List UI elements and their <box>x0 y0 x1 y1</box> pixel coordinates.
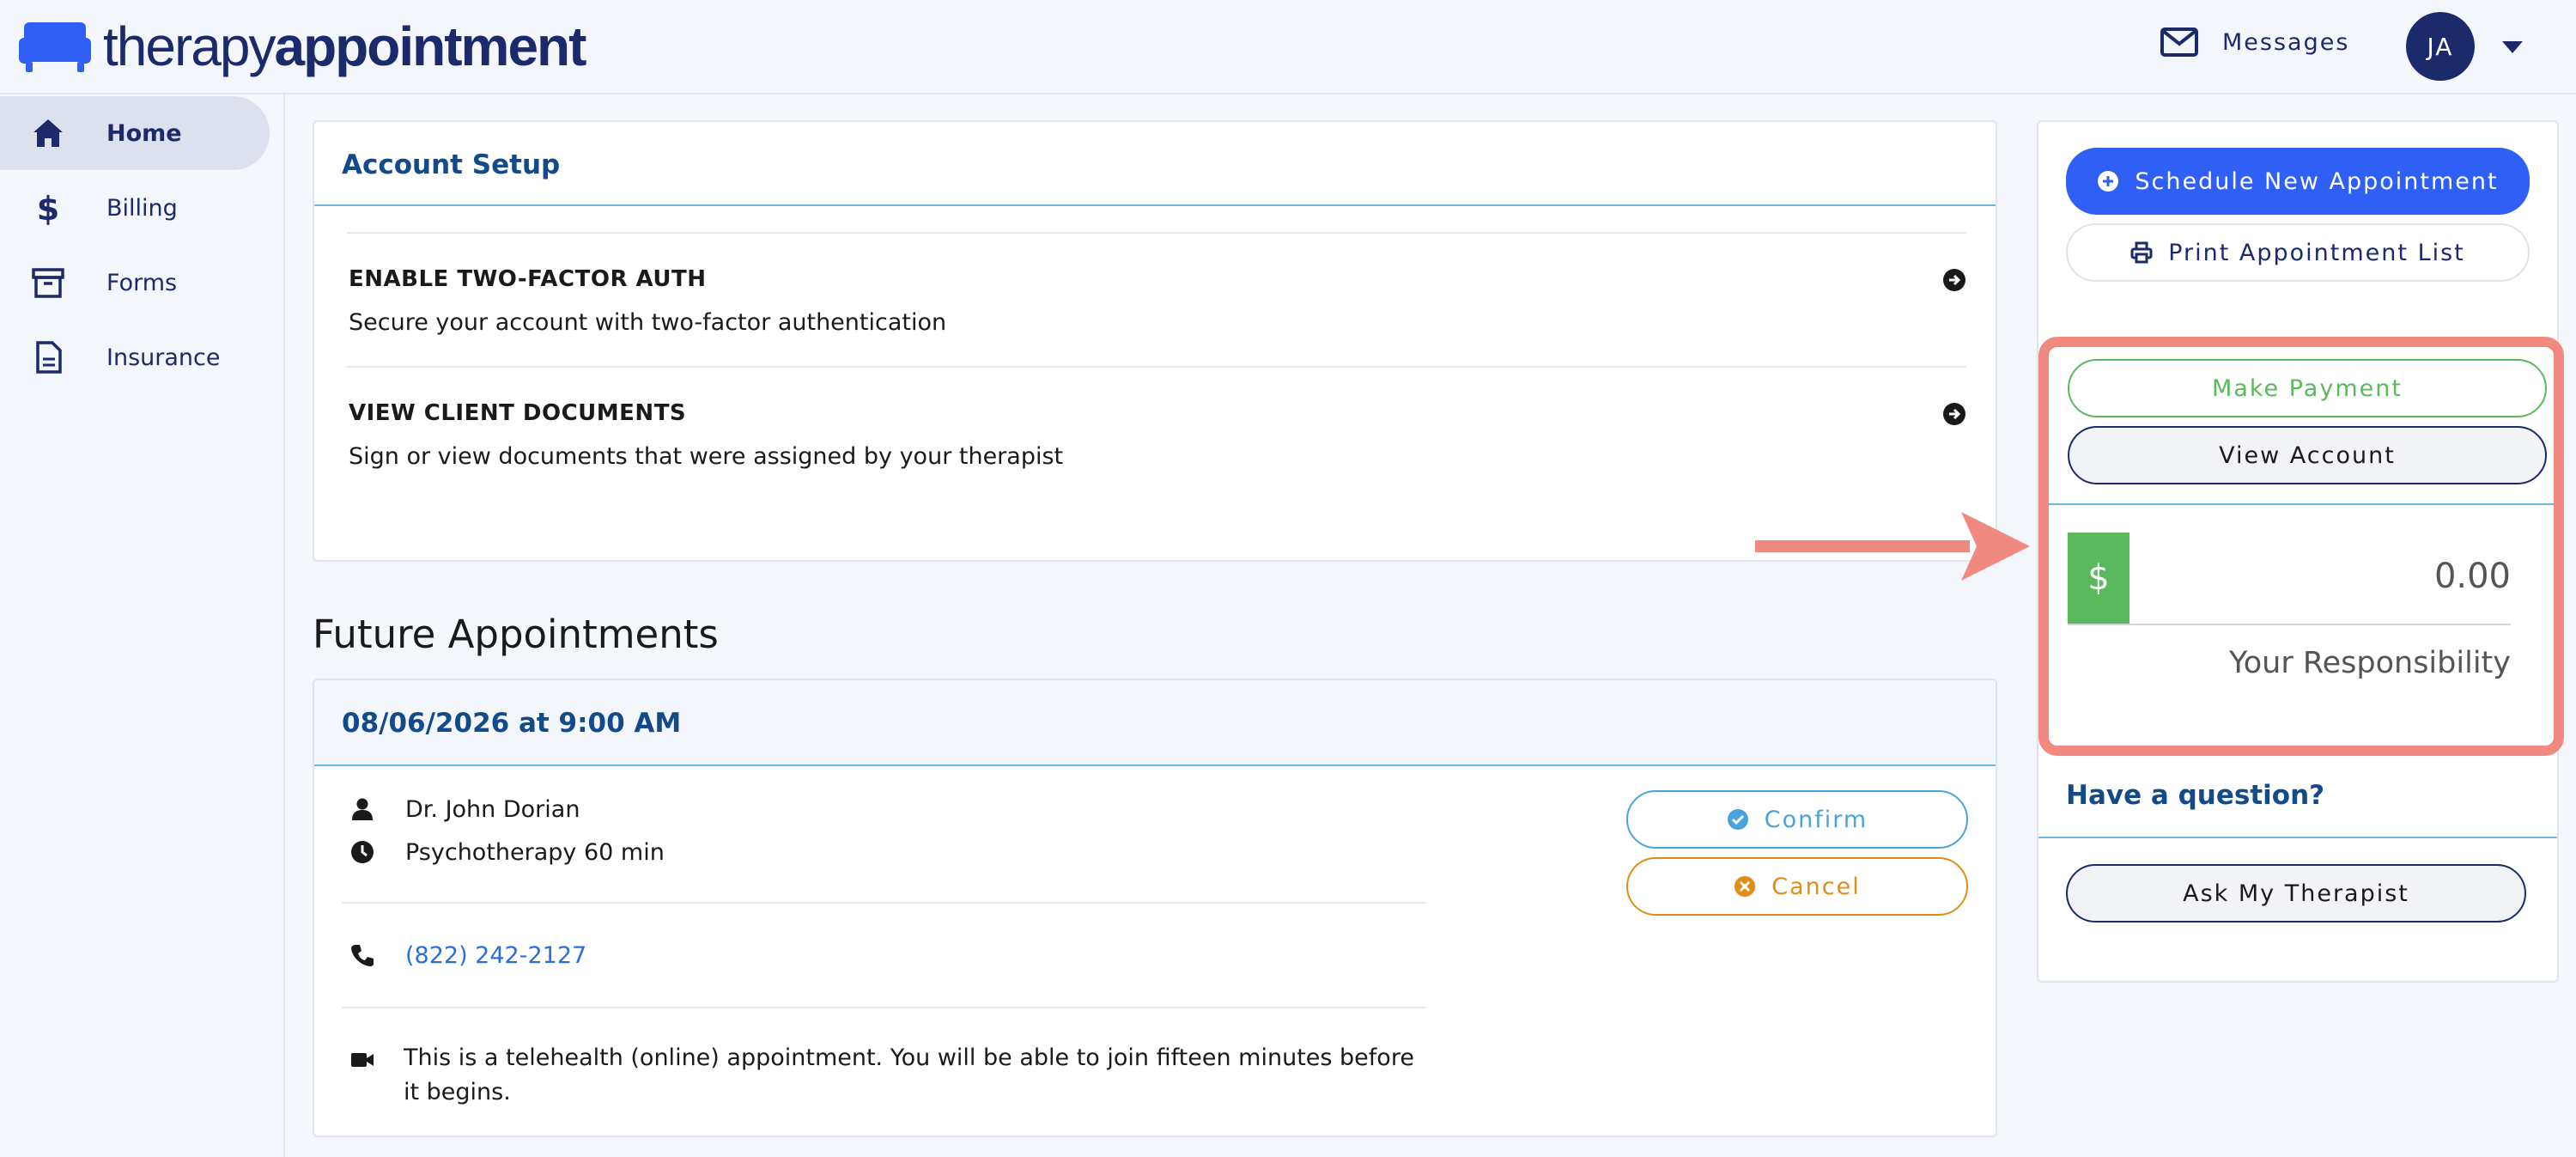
arrow-circle-right-icon <box>1943 269 1965 291</box>
dollar-icon: $ <box>37 191 59 225</box>
caret-down-icon[interactable] <box>2502 41 2523 53</box>
provider-info: Dr. John Dorian <box>350 796 580 823</box>
messages-label: Messages <box>2222 28 2350 56</box>
avatar[interactable]: JA <box>2406 12 2475 81</box>
divider <box>342 902 1425 904</box>
phone-icon <box>351 945 374 966</box>
sidebar-item-forms[interactable]: Forms <box>0 246 270 320</box>
service-info: Psychotherapy 60 min <box>350 839 665 866</box>
client-documents-row[interactable]: VIEW CLIENT DOCUMENTS Sign or view docum… <box>347 366 1966 500</box>
account-setup-title: Account Setup <box>342 149 561 180</box>
top-header: therapyappointment Messages JA <box>0 0 2576 94</box>
divider <box>2038 837 2557 838</box>
arrow-circle-right-icon <box>1943 403 1965 425</box>
phone-link[interactable]: (822) 242-2127 <box>405 942 586 969</box>
envelope-icon <box>2160 27 2198 57</box>
two-factor-row[interactable]: ENABLE TWO-FACTOR AUTH Secure your accou… <box>347 232 1966 366</box>
user-icon <box>352 798 373 820</box>
have-a-question-title: Have a question? <box>2066 780 2325 811</box>
ask-my-therapist-button[interactable]: Ask My Therapist <box>2066 864 2526 923</box>
logo-text: therapyappointment <box>103 15 586 77</box>
confirm-button[interactable]: Confirm <box>1626 790 1968 849</box>
client-documents-title: VIEW CLIENT DOCUMENTS <box>349 400 687 426</box>
print-appointment-list-button[interactable]: Print Appointment List <box>2066 223 2530 282</box>
x-circle-icon <box>1735 876 1756 897</box>
logo[interactable]: therapyappointment <box>19 12 586 81</box>
highlight-box <box>2038 337 2564 756</box>
schedule-new-appointment-button[interactable]: Schedule New Appointment <box>2066 148 2530 215</box>
account-setup-header: Account Setup <box>314 122 1996 206</box>
sidebar: Home $ Billing Forms Insurance <box>0 94 285 1157</box>
svg-text:$: $ <box>37 191 59 225</box>
two-factor-desc: Secure your account with two-factor auth… <box>349 309 947 336</box>
clock-icon <box>351 841 374 863</box>
future-appointments-title: Future Appointments <box>313 612 719 657</box>
account-setup-card: Account Setup ENABLE TWO-FACTOR AUTH Sec… <box>313 120 1997 562</box>
appointment-header: 08/06/2026 at 9:00 AM <box>314 680 1996 766</box>
printer-icon <box>2130 241 2153 264</box>
service-name: Psychotherapy 60 min <box>405 838 665 866</box>
sidebar-item-insurance[interactable]: Insurance <box>0 320 270 394</box>
video-camera-icon <box>351 1053 374 1067</box>
pointer-arrow-icon <box>1755 512 2030 581</box>
document-icon <box>36 341 62 374</box>
archive-icon <box>32 268 64 298</box>
provider-name: Dr. John Dorian <box>405 795 580 823</box>
plus-circle-icon <box>2098 171 2119 192</box>
phone-info: (822) 242-2127 <box>350 942 586 969</box>
sidebar-item-billing[interactable]: $ Billing <box>0 171 270 245</box>
telehealth-note: This is a telehealth (online) appointmen… <box>404 1044 1414 1105</box>
couch-logo-icon <box>19 22 91 72</box>
two-factor-title: ENABLE TWO-FACTOR AUTH <box>349 266 707 292</box>
appointment-datetime: 08/06/2026 at 9:00 AM <box>342 708 682 739</box>
check-circle-icon <box>1727 809 1748 830</box>
messages-link[interactable]: Messages <box>2160 27 2349 57</box>
telehealth-info <box>350 1048 374 1072</box>
home-icon <box>33 119 63 147</box>
divider <box>342 1007 1425 1008</box>
sidebar-item-home[interactable]: Home <box>0 96 270 170</box>
cancel-button[interactable]: Cancel <box>1626 857 1968 916</box>
client-documents-desc: Sign or view documents that were assigne… <box>349 443 1064 470</box>
